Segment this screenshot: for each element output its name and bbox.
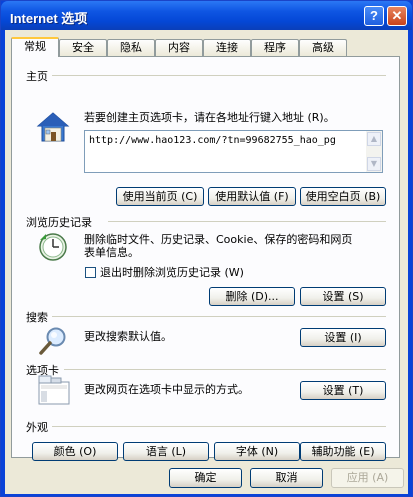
history-section-title: 浏览历史记录 [26,216,92,229]
search-description: 更改搜索默认值。 [84,330,172,343]
scroll-up-icon[interactable]: ▲ [367,132,381,146]
help-button[interactable]: ? [364,6,384,26]
home-icon [36,112,70,142]
tabbed-window-icon [38,375,70,405]
history-clock-icon [39,233,67,261]
history-divider [108,221,386,222]
languages-button[interactable]: 语言 (L) [123,442,209,461]
general-tab-panel: 主页 若要创建主页选项卡，请在各地址行键入地址 (R)。 http://www.… [11,56,400,461]
tab-content[interactable]: 内容 [155,39,203,56]
scroll-down-icon[interactable]: ▼ [367,157,381,171]
apply-button[interactable]: 应用 (A) [331,468,404,488]
tabs-divider [64,369,386,370]
accessibility-button[interactable]: 辅助功能 (E) [300,442,386,461]
cancel-button[interactable]: 取消 [250,468,323,488]
search-divider [52,316,386,317]
tab-privacy[interactable]: 隐私 [107,39,155,56]
tab-advanced[interactable]: 高级 [299,39,347,56]
history-description-line2: 表单信息。 [84,246,139,259]
internet-options-window: Internet 选项 ? ✕ 常规 安全 隐私 内容 连接 程序 高级 主页 … [0,0,413,497]
close-button[interactable]: ✕ [387,6,407,26]
delete-history-button[interactable]: 删除 (D)... [209,287,295,306]
search-settings-button[interactable]: 设置 (I) [300,328,386,347]
history-settings-button[interactable]: 设置 (S) [300,287,386,306]
fonts-button[interactable]: 字体 (N) [214,442,300,461]
colors-button[interactable]: 颜色 (O) [32,442,118,461]
tabs-description: 更改网页在选项卡中显示的方式。 [84,383,249,396]
home-section-title: 主页 [26,70,48,83]
tabs-settings-button[interactable]: 设置 (T) [300,381,386,400]
home-divider [52,75,386,76]
home-page-url: http://www.hao123.com/?tn=99682755_hao_p… [89,135,336,146]
delete-on-exit-checkbox[interactable] [85,267,96,278]
ok-button[interactable]: 确定 [169,468,242,488]
use-default-button[interactable]: 使用默认值 (F) [208,187,296,206]
url-field-scrollbar[interactable]: ▲ ▼ [366,131,382,172]
appearance-divider [52,426,386,427]
tab-general[interactable]: 常规 [11,37,59,57]
tab-programs[interactable]: 程序 [251,39,299,56]
title-bar[interactable]: Internet 选项 ? ✕ [1,1,412,30]
search-section-title: 搜索 [26,311,48,324]
tab-connections[interactable]: 连接 [203,39,251,56]
delete-on-exit-label[interactable]: 退出时删除浏览历史记录 (W) [100,266,244,279]
history-description-line1: 删除临时文件、历史记录、Cookie、保存的密码和网页 [84,233,353,246]
home-page-url-field[interactable]: http://www.hao123.com/?tn=99682755_hao_p… [84,130,383,173]
appearance-section-title: 外观 [26,421,48,434]
magnifier-icon [39,327,66,355]
home-description: 若要创建主页选项卡，请在各地址行键入地址 (R)。 [84,111,335,124]
tab-security[interactable]: 安全 [59,39,107,56]
use-current-button[interactable]: 使用当前页 (C) [116,187,204,206]
use-blank-button[interactable]: 使用空白页 (B) [300,187,386,206]
window-title: Internet 选项 [10,11,88,26]
dialog-body: 常规 安全 隐私 内容 连接 程序 高级 主页 若要创建主页选项卡，请在各地址行… [5,30,408,494]
